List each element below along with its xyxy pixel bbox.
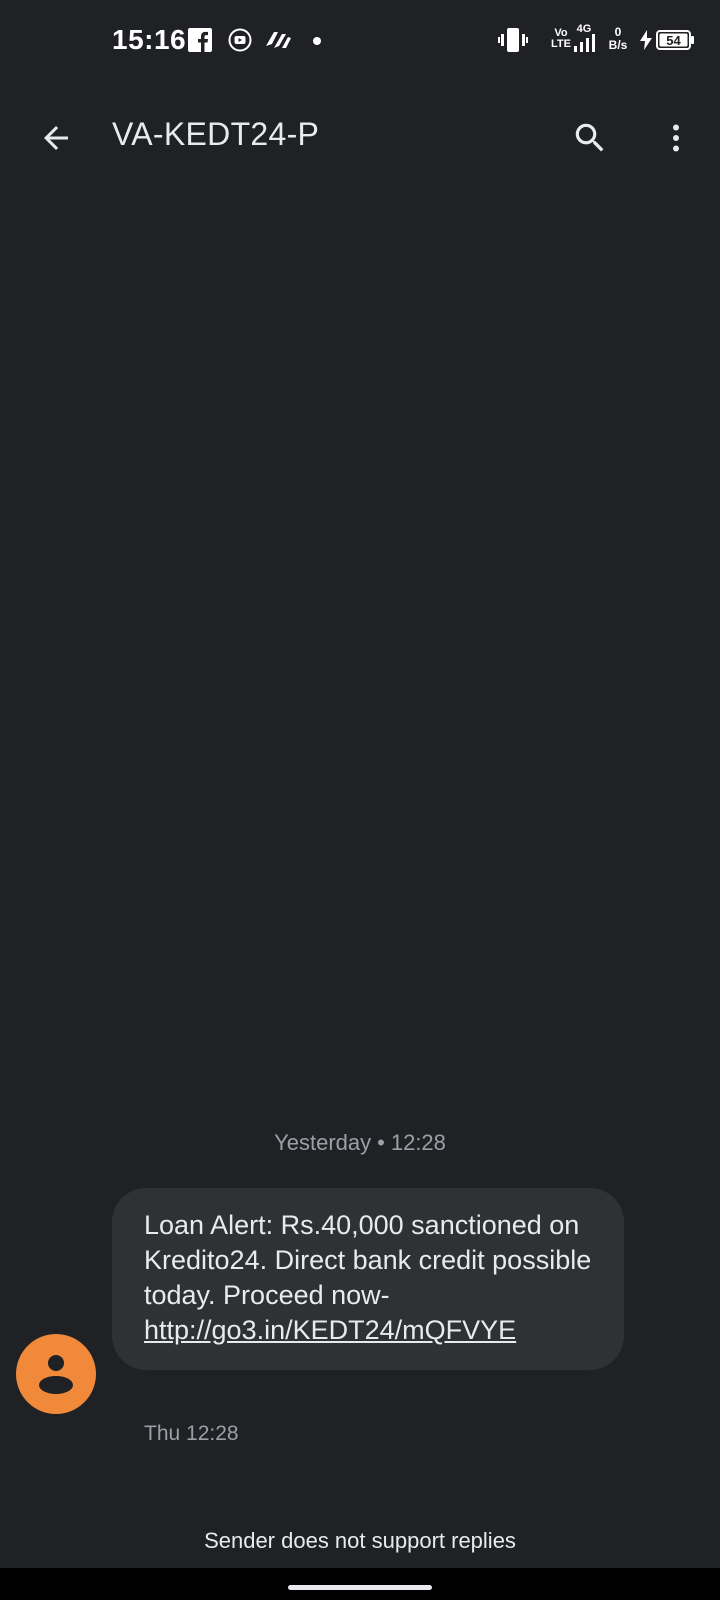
messages-screen: 15:16 Vo LTE 4G 0 B/s 54 VA-KEDT24-P Yes… bbox=[0, 0, 720, 1600]
date-divider-day: Yesterday bbox=[274, 1130, 372, 1155]
arrow-back-icon bbox=[44, 126, 68, 150]
vibrate-icon bbox=[498, 28, 528, 52]
message-text: Loan Alert: Rs.40,000 sanctioned on Kred… bbox=[144, 1210, 592, 1310]
message-bubble[interactable]: Loan Alert: Rs.40,000 sanctioned on Kred… bbox=[112, 1188, 624, 1370]
data-speed-unit: B/s bbox=[608, 38, 628, 52]
charging-icon bbox=[640, 30, 652, 50]
sender-avatar[interactable] bbox=[16, 1334, 96, 1414]
no-reply-notice: Sender does not support replies bbox=[204, 1528, 516, 1553]
app-icon bbox=[266, 32, 291, 48]
volte-icon: Vo LTE bbox=[548, 28, 574, 50]
battery-level: 54 bbox=[666, 33, 681, 48]
search-button[interactable] bbox=[562, 110, 618, 166]
home-gesture-handle[interactable] bbox=[288, 1585, 432, 1590]
app-bar: VA-KEDT24-P bbox=[0, 92, 720, 180]
status-time: 15:16 bbox=[112, 24, 187, 55]
notification-dot bbox=[313, 37, 321, 45]
status-bar: 15:16 Vo LTE 4G 0 B/s 54 bbox=[0, 0, 720, 84]
back-button[interactable] bbox=[28, 110, 84, 166]
data-speed-icon: 0 B/s bbox=[604, 26, 632, 52]
battery-icon: 54 bbox=[656, 30, 694, 50]
facebook-icon bbox=[188, 28, 212, 52]
signal-icon bbox=[574, 34, 595, 52]
message-link[interactable]: http://go3.in/KEDT24/mQFVYE bbox=[144, 1315, 516, 1345]
date-divider-time: 12:28 bbox=[390, 1130, 446, 1155]
navigation-bar bbox=[0, 1568, 720, 1600]
message-timestamp: Thu 12:28 bbox=[144, 1422, 239, 1445]
date-divider: Yesterday • 12:28 bbox=[0, 1130, 720, 1156]
volte-lte-label: LTE bbox=[551, 38, 571, 50]
more-options-button[interactable] bbox=[648, 110, 704, 166]
person-icon bbox=[39, 1355, 73, 1394]
more-vert-icon bbox=[673, 124, 679, 152]
conversation-title: VA-KEDT24-P bbox=[112, 116, 320, 152]
search-icon bbox=[575, 123, 604, 152]
date-divider-separator: • bbox=[377, 1130, 385, 1155]
youtube-icon bbox=[228, 28, 252, 52]
